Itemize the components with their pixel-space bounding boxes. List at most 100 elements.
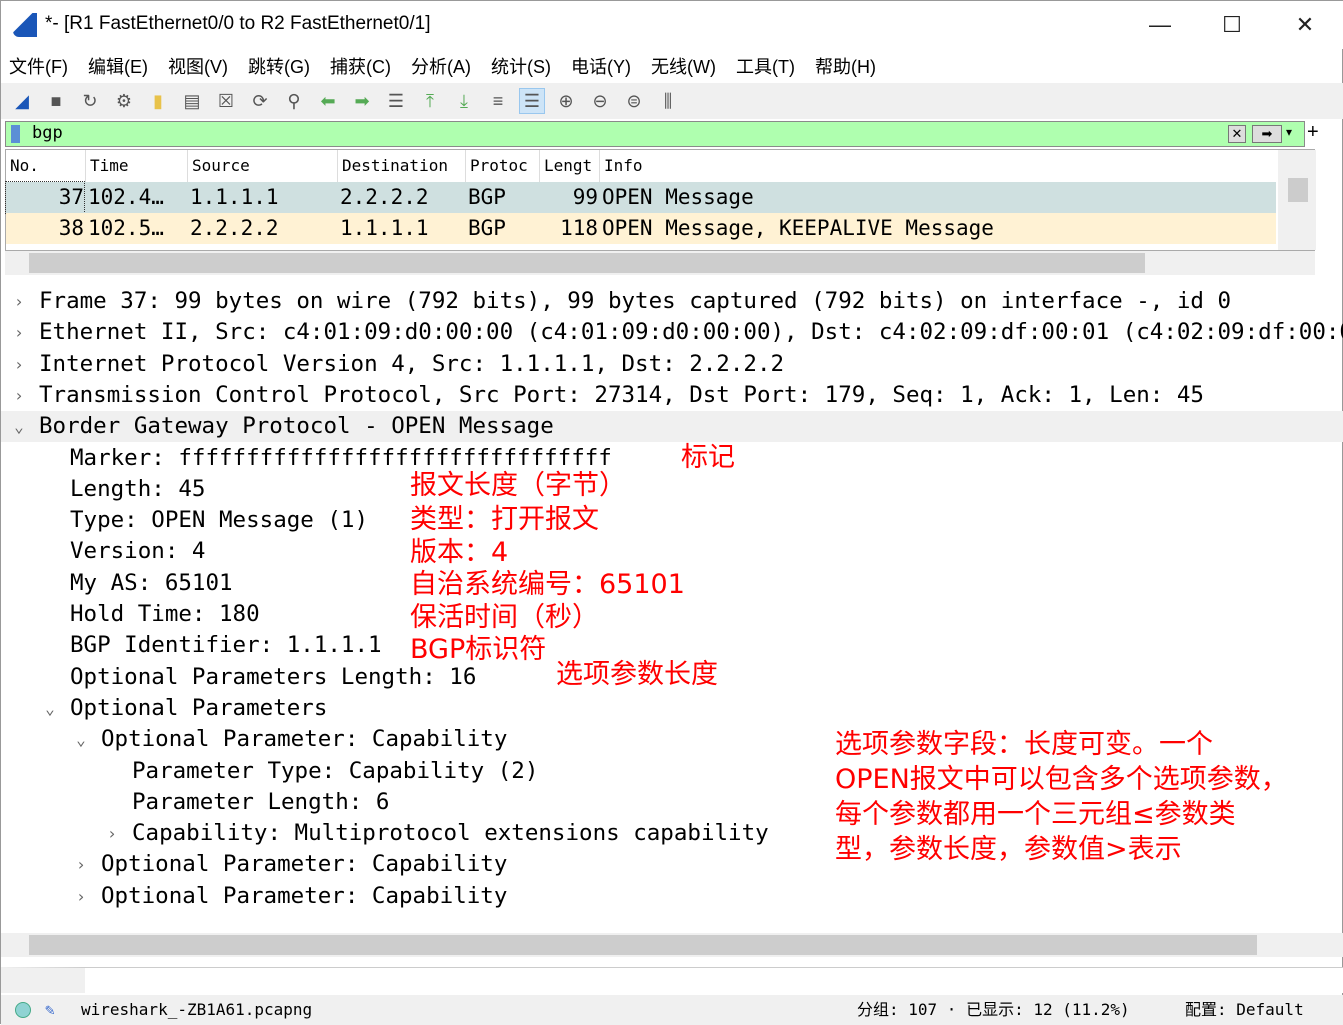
close-button[interactable]: ✕ <box>1282 9 1328 41</box>
tree-item-text: BGP Identifier: 1.1.1.1 <box>70 632 382 659</box>
tree-item[interactable]: › Frame 37: 99 bytes on wire (792 bits), … <box>1 286 1343 317</box>
column-header[interactable]: Time <box>86 150 188 182</box>
chevron-right-icon[interactable]: › <box>9 286 29 317</box>
menu-item[interactable]: 视图(V) <box>168 53 228 79</box>
annotation-optional-params: 选项参数字段：长度可变。一个 <box>835 729 1213 760</box>
menu-item[interactable]: 分析(A) <box>411 53 471 79</box>
packet-len: 118 <box>560 216 598 240</box>
chevron-down-icon[interactable]: ⌄ <box>71 724 91 755</box>
tree-item[interactable]: Length: 45 <box>1 474 1343 505</box>
chevron-right-icon[interactable]: › <box>71 849 91 880</box>
go-to-icon[interactable]: ☰ <box>383 88 409 114</box>
tree-item[interactable]: ⌄ Optional Parameters <box>1 693 1343 724</box>
chevron-down-icon[interactable]: ⌄ <box>40 693 60 724</box>
packet-list-vertical-scrollbar[interactable] <box>1278 150 1316 250</box>
column-header[interactable]: Destination <box>338 150 466 182</box>
resize-columns-icon[interactable]: ⫼ <box>655 88 681 114</box>
forward-icon[interactable]: ➡ <box>349 88 375 114</box>
last-icon[interactable]: ⤓ <box>451 88 477 114</box>
tree-item[interactable]: › Transmission Control Protocol, Src Port… <box>1 380 1343 411</box>
tree-item[interactable]: Hold Time: 180 <box>1 599 1343 630</box>
annotation-optlen: 选项参数长度 <box>556 659 718 690</box>
close-file-icon[interactable]: ☒ <box>213 88 239 114</box>
menu-item[interactable]: 文件(F) <box>9 53 68 79</box>
tree-item-text: Version: 4 <box>70 538 206 565</box>
clear-filter-icon[interactable]: ✕ <box>1228 125 1246 143</box>
menu-item[interactable]: 编辑(E) <box>88 53 148 79</box>
tree-item[interactable]: › Ethernet II, Src: c4:01:09:d0:00:00 (c4… <box>1 317 1343 348</box>
packet-list-horizontal-scrollbar[interactable] <box>5 251 1315 275</box>
back-icon[interactable]: ⬅ <box>315 88 341 114</box>
profile-selector[interactable]: 配置: Default <box>1185 995 1304 1025</box>
menu-item[interactable]: 工具(T) <box>736 53 795 79</box>
first-icon[interactable]: ⤒ <box>417 88 443 114</box>
tree-item[interactable]: Marker: ffffffffffffffffffffffffffffffff <box>1 443 1343 474</box>
find-icon[interactable]: ⚲ <box>281 88 307 114</box>
tree-item-text: Parameter Length: 6 <box>132 788 390 815</box>
chevron-right-icon[interactable]: › <box>9 380 29 411</box>
zoom-normal-icon[interactable]: ⊜ <box>621 88 647 114</box>
column-header[interactable]: Info <box>600 150 1280 182</box>
details-horizontal-scrollbar[interactable] <box>1 933 1343 957</box>
menu-bar: 文件(F) 编辑(E) 视图(V) 跳转(G) 捕获(C) 分析(A) 统计(S) 电话(Y)… <box>1 49 1343 83</box>
tree-item[interactable]: ⌄ Border Gateway Protocol - OPEN Message <box>1 411 1343 443</box>
zoom-in-icon[interactable]: ⊕ <box>553 88 579 114</box>
packet-bytes-pane[interactable] <box>1 967 1343 993</box>
maximize-button[interactable]: ☐ <box>1209 9 1255 41</box>
packet-row[interactable]: 38 102.5… 2.2.2.2 1.1.1.1 BGP 118 OPEN Message… <box>6 213 1276 244</box>
annotation-type: 类型：打开报文 <box>410 504 599 535</box>
tree-item[interactable]: › Internet Protocol Version 4, Src: 1.1.1… <box>1 349 1343 380</box>
chevron-right-icon[interactable]: › <box>71 881 91 912</box>
chevron-right-icon[interactable]: › <box>9 317 29 348</box>
capture-comment-icon[interactable]: ✎ <box>45 995 55 1025</box>
tree-item-text: Border Gateway Protocol - OPEN Message <box>39 413 554 440</box>
file-icon[interactable]: ▤ <box>179 88 205 114</box>
packet-no: 38 <box>58 216 84 240</box>
menu-item[interactable]: 统计(S) <box>491 53 551 79</box>
stop-icon[interactable]: ■ <box>43 88 69 114</box>
packet-row[interactable]: 37 102.4… 1.1.1.1 2.2.2.2 BGP 99 OPEN Message <box>5 181 1276 214</box>
packet-dst: 2.2.2.2 <box>340 185 429 209</box>
open-icon[interactable]: ▮ <box>145 88 171 114</box>
menu-item[interactable]: 捕获(C) <box>330 53 391 79</box>
packet-no: 37 <box>5 181 85 214</box>
tree-item[interactable]: › Optional Parameter: Capability <box>1 881 1343 912</box>
annotation-hold: 保活时间（秒） <box>410 602 599 633</box>
tree-item-text: Parameter Type: Capability (2) <box>132 757 539 784</box>
column-header[interactable]: Protoc <box>466 150 540 182</box>
tree-item[interactable]: BGP Identifier: 1.1.1.1 <box>1 630 1343 661</box>
restart-icon[interactable]: ↻ <box>77 88 103 114</box>
tree-item-text: Optional Parameters <box>70 694 328 721</box>
chevron-right-icon[interactable]: › <box>102 818 122 849</box>
annotation-version: 版本：4 <box>410 537 509 568</box>
shark-fin-start-icon[interactable]: ◢ <box>9 88 35 114</box>
column-header[interactable]: Source <box>188 150 338 182</box>
zoom-out-icon[interactable]: ⊖ <box>587 88 613 114</box>
packet-src: 2.2.2.2 <box>190 216 279 240</box>
menu-item[interactable]: 跳转(G) <box>248 53 310 79</box>
capture-filename: wireshark_-ZB1A61.pcapng <box>81 1000 313 1019</box>
autoscroll-icon[interactable]: ≡ <box>485 88 511 114</box>
tree-item[interactable]: Type: OPEN Message (1) <box>1 505 1343 536</box>
menu-item[interactable]: 电话(Y) <box>571 53 631 79</box>
tree-item[interactable]: Version: 4 <box>1 536 1343 567</box>
chevron-right-icon[interactable]: › <box>9 349 29 380</box>
filter-history-dropdown-icon[interactable]: ▾ <box>1286 125 1292 139</box>
menu-item[interactable]: 无线(W) <box>651 53 716 79</box>
column-header[interactable]: Lengt <box>540 150 600 182</box>
toolbar: ◢ ■ ↻ ⚙ ▮ ▤ ☒ ⟳ ⚲ ⬅ ➡ ☰ ⤒ ⤓ ≡ ☰ ⊕ ⊖ ⊜ ⫼ <box>1 83 1343 119</box>
colorize-icon[interactable]: ☰ <box>519 88 545 114</box>
options-icon[interactable]: ⚙ <box>111 88 137 114</box>
annotation-id: BGP标识符 <box>410 634 547 665</box>
apply-filter-arrow-icon[interactable]: ➡ <box>1252 125 1282 143</box>
menu-item[interactable]: 帮助(H) <box>815 53 876 79</box>
packet-proto: BGP <box>468 216 506 240</box>
add-filter-button[interactable]: + <box>1307 121 1319 144</box>
chevron-down-icon[interactable]: ⌄ <box>9 411 29 442</box>
expert-info-icon[interactable] <box>15 1002 31 1018</box>
bookmark-icon[interactable] <box>11 125 20 143</box>
minimize-button[interactable]: — <box>1137 9 1183 41</box>
display-filter-input[interactable] <box>32 123 1212 143</box>
reload-icon[interactable]: ⟳ <box>247 88 273 114</box>
column-header[interactable]: No. <box>6 150 86 182</box>
